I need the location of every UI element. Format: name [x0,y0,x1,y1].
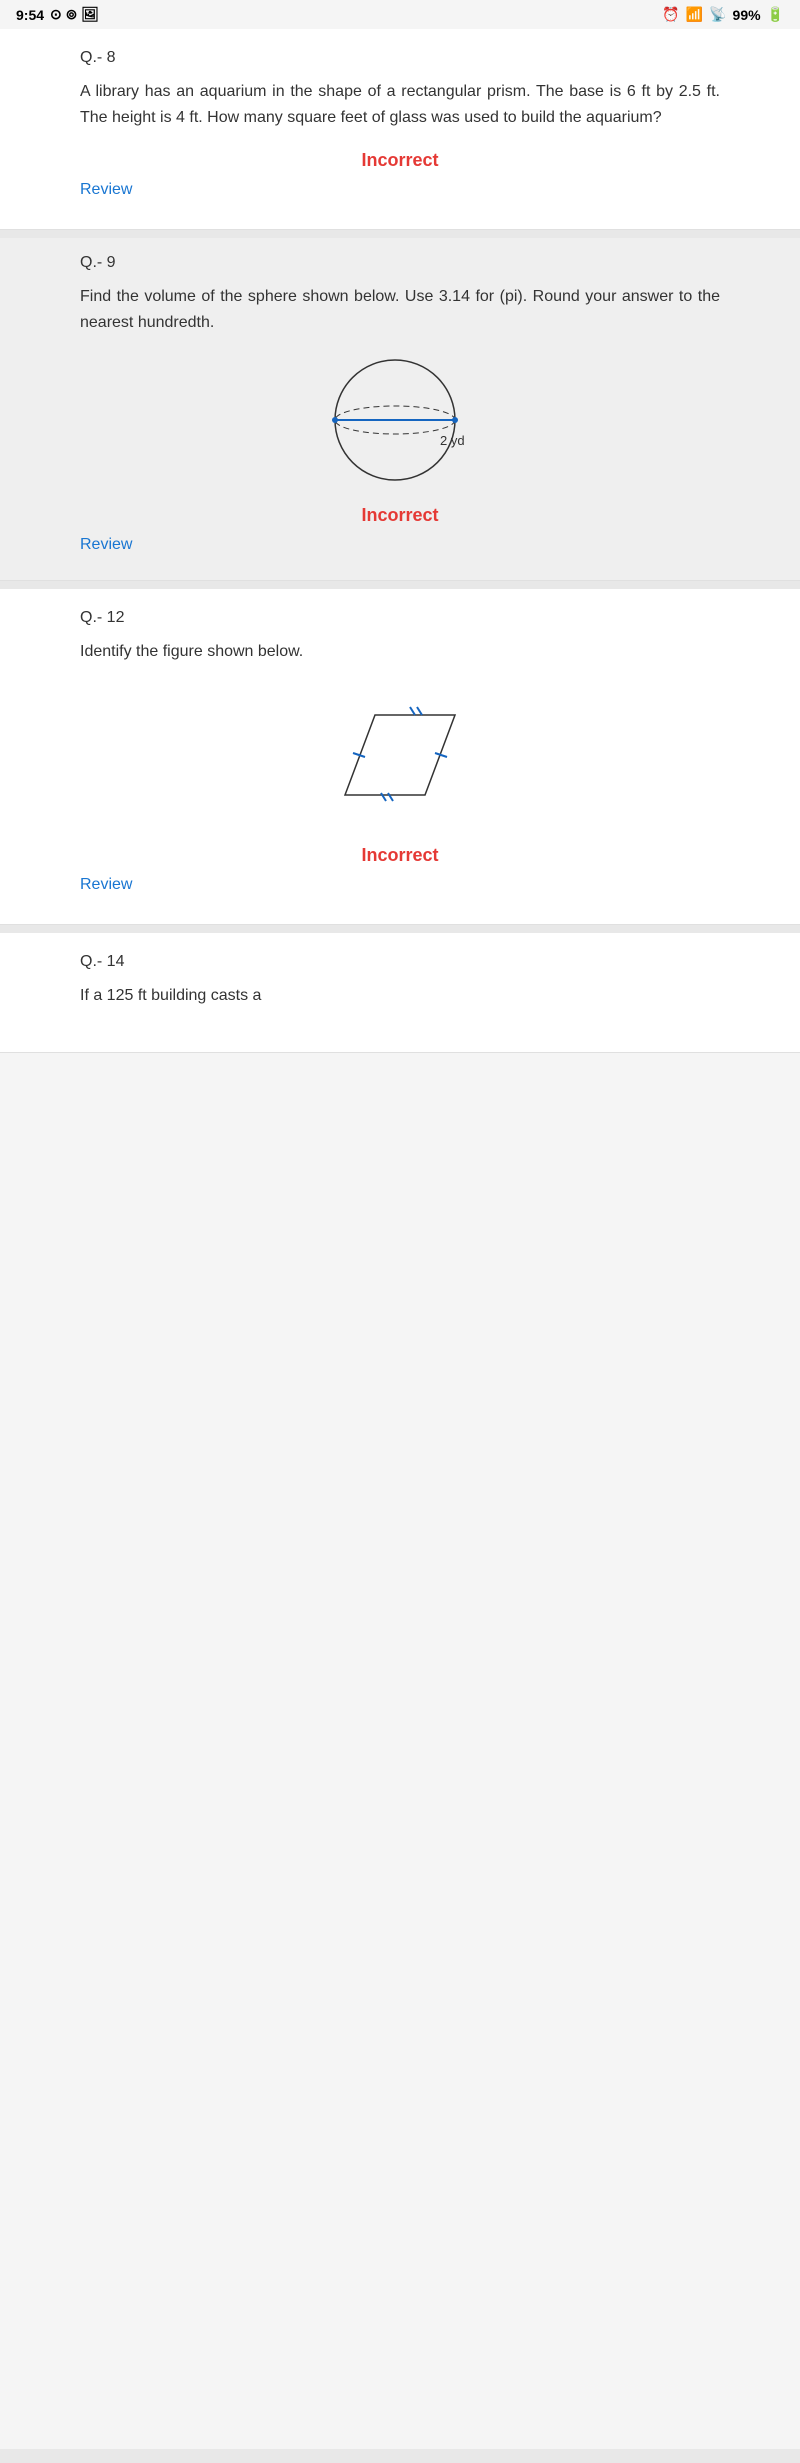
parallelogram-svg [315,685,485,825]
status-bar: 9:54 ⊙ ⊚ 🖼 ⏰ 📶 📡 99% 🔋 [0,0,800,29]
question-14-block: Q.- 14 If a 125 ft building casts a [0,933,800,1053]
question-12-block: Q.- 12 Identify the figure shown below. … [0,589,800,925]
q8-text: A library has an aquarium in the shape o… [80,79,720,130]
q9-text: Find the volume of the sphere shown belo… [80,284,720,335]
alarm-icon: ⏰ [662,6,679,23]
wifi-icon: 📶 [686,6,703,23]
notification-icons: ⊙ ⊚ 🖼 [50,6,99,23]
divider-2 [0,581,800,589]
q12-review[interactable]: Review [80,876,720,894]
q8-number: Q.- 8 [80,49,720,67]
question-8-block: Q.- 8 A library has an aquarium in the s… [0,29,800,230]
q9-review[interactable]: Review [80,536,720,554]
question-9-block: Q.- 9 Find the volume of the sphere show… [0,238,800,581]
status-right: ⏰ 📶 📡 99% 🔋 [662,6,784,23]
q14-text: If a 125 ft building casts a [80,983,720,1009]
q9-result: Incorrect [80,505,720,526]
divider-1 [0,230,800,238]
battery-icon: 🔋 [767,6,784,23]
parallelogram-diagram [80,685,720,825]
q8-result: Incorrect [80,150,720,171]
sphere-svg: 2 yd [320,355,480,485]
q8-review[interactable]: Review [80,181,720,199]
sphere-diagram: 2 yd [80,355,720,485]
status-left: 9:54 ⊙ ⊚ 🖼 [16,6,99,23]
battery-text: 99% [733,7,761,23]
sphere-label: 2 yd [440,433,465,448]
q9-number: Q.- 9 [80,254,720,272]
q12-text: Identify the figure shown below. [80,639,720,665]
q12-number: Q.- 12 [80,609,720,627]
divider-3 [0,925,800,933]
time: 9:54 [16,7,44,23]
content-area: Q.- 8 A library has an aquarium in the s… [0,29,800,2449]
q14-number: Q.- 14 [80,953,720,971]
q12-result: Incorrect [80,845,720,866]
signal-icon: 📡 [709,6,726,23]
